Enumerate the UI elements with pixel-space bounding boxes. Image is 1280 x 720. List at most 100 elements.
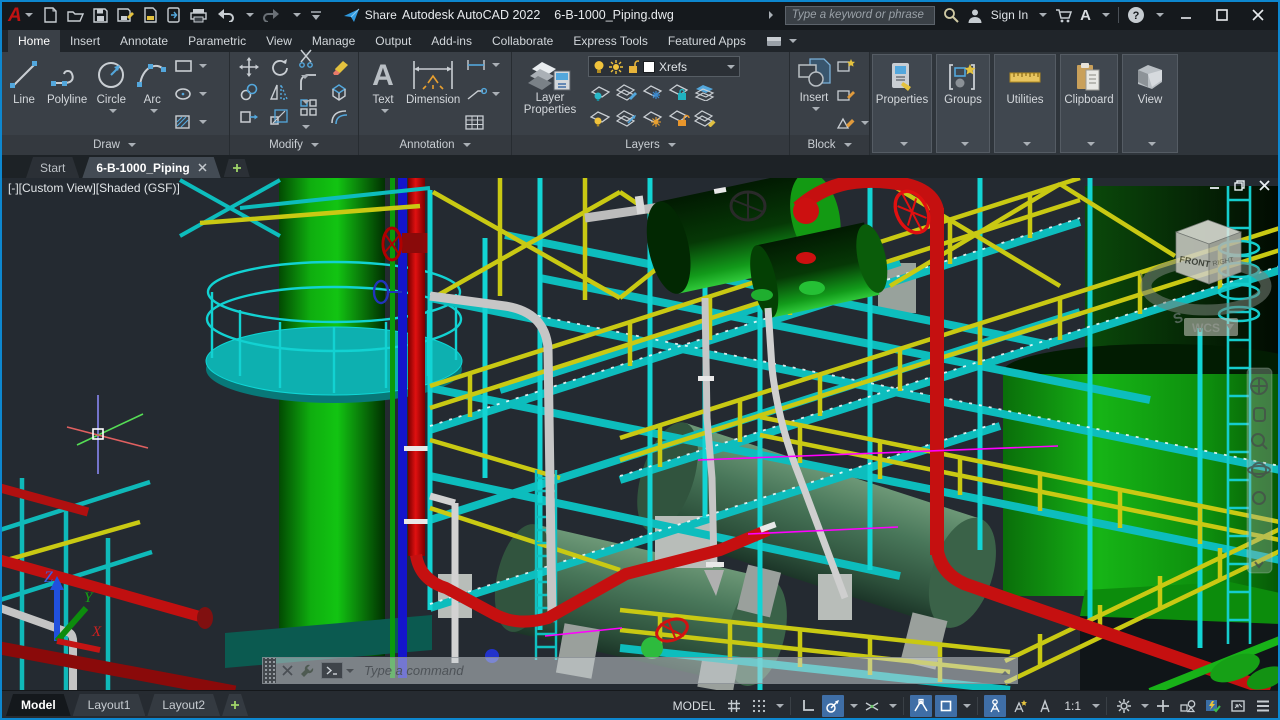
tab-parametric[interactable]: Parametric <box>178 30 256 52</box>
autodesk-caret-icon[interactable] <box>1102 13 1110 21</box>
panel-annotation-footer[interactable]: Annotation <box>359 135 511 155</box>
workspace-caret-icon[interactable] <box>1141 704 1149 712</box>
tab-insert[interactable]: Insert <box>60 30 110 52</box>
viewport-close-icon[interactable] <box>1259 180 1270 191</box>
panel-clipboard[interactable]: Clipboard <box>1060 54 1118 153</box>
linear-dimension-button[interactable] <box>465 58 500 72</box>
define-attributes-button[interactable] <box>836 115 869 130</box>
snap-mode-button[interactable] <box>748 695 770 717</box>
polyline-button[interactable]: Polyline <box>44 56 90 107</box>
clean-screen-button[interactable] <box>1227 695 1249 717</box>
viewport-controls-label[interactable]: [-][Custom View][Shaded (GSF)] <box>8 181 180 195</box>
copy-button[interactable] <box>239 82 259 102</box>
scale-button[interactable] <box>269 107 289 127</box>
rectangle-button[interactable] <box>174 58 207 74</box>
tab-collaborate[interactable]: Collaborate <box>482 30 563 52</box>
qat-customize-button[interactable] <box>310 9 322 21</box>
redo-button[interactable] <box>263 8 281 22</box>
share-button[interactable]: Share <box>343 8 397 23</box>
app-store-cart-icon[interactable] <box>1055 8 1072 23</box>
polar-tracking-button[interactable] <box>822 695 844 717</box>
object-snap-button[interactable] <box>935 695 957 717</box>
stretch-button[interactable] <box>239 107 259 127</box>
new-layout-button[interactable] <box>222 694 248 716</box>
text-button[interactable]: A Text <box>363 56 403 116</box>
search-expand-icon[interactable] <box>769 11 777 19</box>
move-button[interactable] <box>239 57 259 77</box>
scale-caret-icon[interactable] <box>1092 704 1100 712</box>
viewport[interactable]: S W FRONT RIGHT WCS <box>0 178 1280 690</box>
command-expand-icon[interactable] <box>1001 667 1009 675</box>
layer-properties-button[interactable]: Layer Properties <box>516 56 584 117</box>
workspace-gear-button[interactable] <box>1113 695 1135 717</box>
crosshair-plus-button[interactable] <box>1152 695 1174 717</box>
leader-button[interactable] <box>465 87 500 101</box>
model-space-button[interactable]: MODEL <box>668 699 721 713</box>
panel-modify-footer[interactable]: Modify <box>230 135 358 155</box>
ellipse-button[interactable] <box>174 86 207 102</box>
command-close-icon[interactable] <box>282 665 293 676</box>
osnap-tracking-button[interactable] <box>910 695 932 717</box>
autodesk-a-icon[interactable]: A <box>1080 7 1091 24</box>
viewport-restore-icon[interactable] <box>1234 180 1245 191</box>
table-button[interactable] <box>465 115 500 130</box>
sign-in-caret-icon[interactable] <box>1039 13 1047 21</box>
layer-thaw-all-button[interactable] <box>642 109 664 127</box>
isodraft-caret-icon[interactable] <box>889 704 897 712</box>
drawing-canvas[interactable]: S W FRONT RIGHT WCS <box>0 178 1280 690</box>
grid-display-button[interactable] <box>723 695 745 717</box>
plot-sheet-button[interactable] <box>143 7 158 23</box>
app-menu-caret-icon[interactable] <box>25 13 33 21</box>
minimize-button[interactable] <box>1172 4 1200 26</box>
search-icon[interactable] <box>943 7 959 23</box>
redo-caret-icon[interactable] <box>293 13 301 21</box>
tab-express-tools[interactable]: Express Tools <box>563 30 657 52</box>
panel-properties[interactable]: Properties <box>872 54 932 153</box>
layer-unlock-all-button[interactable] <box>668 109 690 127</box>
edit-block-button[interactable] <box>836 87 869 102</box>
dimension-button[interactable]: Dimension <box>403 56 463 107</box>
tab-home[interactable]: Home <box>8 30 60 52</box>
layer-lock-button[interactable] <box>668 83 690 101</box>
polar-caret-icon[interactable] <box>850 704 858 712</box>
tab-view[interactable]: View <box>256 30 302 52</box>
panel-utilities[interactable]: Utilities <box>994 54 1056 153</box>
tab-addins[interactable]: Add-ins <box>421 30 482 52</box>
close-button[interactable] <box>1244 4 1272 26</box>
undo-button[interactable] <box>216 8 234 22</box>
tab-layout2[interactable]: Layout2 <box>147 694 220 716</box>
ortho-mode-button[interactable] <box>797 695 819 717</box>
search-input[interactable] <box>785 6 935 25</box>
help-icon[interactable]: ? <box>1127 6 1145 24</box>
layer-select-combo[interactable]: Xrefs <box>588 56 740 77</box>
command-line-drag-handle[interactable] <box>263 658 276 683</box>
arc-button[interactable]: Arc <box>132 56 172 116</box>
panel-groups[interactable]: Groups <box>936 54 990 153</box>
command-recent-caret-icon[interactable] <box>346 669 354 677</box>
command-line[interactable]: Type a command <box>262 657 1018 684</box>
isodraft-button[interactable] <box>861 695 883 717</box>
ribbon-display-toggle[interactable] <box>766 30 797 52</box>
tab-layout1[interactable]: Layout1 <box>73 694 146 716</box>
hatch-button[interactable] <box>174 114 207 130</box>
line-button[interactable]: Line <box>4 56 44 107</box>
insert-button[interactable]: Insert <box>794 56 834 114</box>
open-from-web-button[interactable] <box>167 7 181 23</box>
viewport-minimize-icon[interactable] <box>1209 180 1220 191</box>
annotation-scale-icon-button[interactable] <box>1034 695 1056 717</box>
layer-match-button[interactable] <box>616 83 638 101</box>
offset-button[interactable] <box>329 107 349 127</box>
rotate-button[interactable] <box>269 57 289 77</box>
circle-button[interactable]: Circle <box>90 56 132 116</box>
layer-previous-button[interactable] <box>694 83 716 101</box>
annotation-autoscale-button[interactable] <box>1009 695 1031 717</box>
snap-caret-icon[interactable] <box>776 704 784 712</box>
help-caret-icon[interactable] <box>1156 13 1164 21</box>
autocad-logo-icon[interactable]: A <box>8 6 22 25</box>
panel-block-footer[interactable]: Block <box>790 135 869 155</box>
file-tab-close-icon[interactable] <box>198 163 207 172</box>
customization-menu-button[interactable] <box>1252 695 1274 717</box>
tab-annotate[interactable]: Annotate <box>110 30 178 52</box>
tab-model[interactable]: Model <box>6 694 71 716</box>
erase-button[interactable] <box>329 57 349 77</box>
